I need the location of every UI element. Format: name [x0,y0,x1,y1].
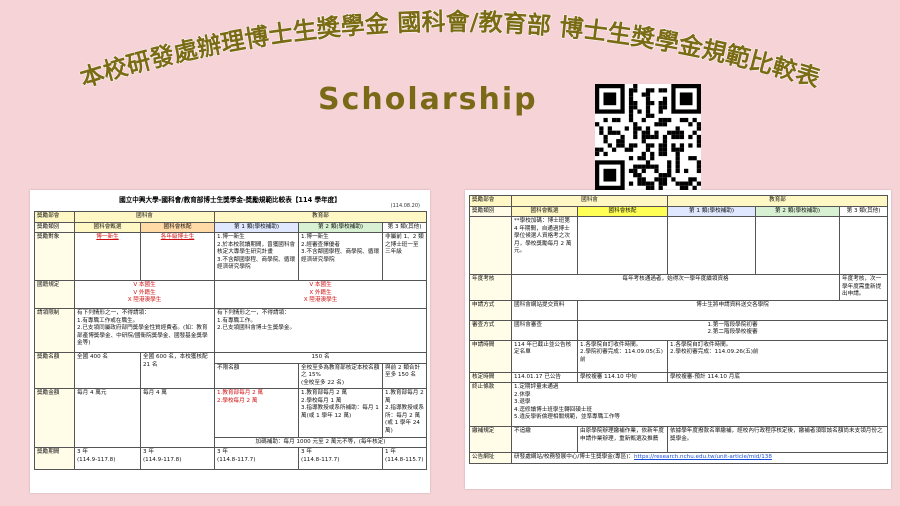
url-label: 研發處網站/校務發展中心/博士生獎學金(專區)： [514,454,635,461]
sheet-date: (114.08.20) [390,203,420,209]
table-row: 終止條款 1.定期評量未通過 2.休學 3.退學 4.逕修讀博士班學生轉回碩士班… [469,382,889,428]
table-row: 國籍規定 V 本國生 V 外籍生 X 陸港澳學生 V 本國生 X 外籍生 X 陸… [34,280,428,310]
comparison-table-2: 獎勵部會 國科會 教育部 獎勵類別 國科會甄選 國科會核配 第 1 類(學校補助… [469,195,889,464]
comparison-sheet-1: 國立中興大學-國科會/教育部博士生獎學金-奬勵規範比較表【114 學年度】 (1… [30,190,430,493]
comparison-sheet-2: 獎勵部會 國科會 教育部 獎勵類別 國科會甄選 國科會核配 第 1 類(學校補助… [465,190,891,489]
table-row: 獎勵部會 國科會 教育部 [469,195,889,207]
table-row: 申請時間 114 年已截止並公告核定名單 1.各學院自訂收件時間。 2.學院初審… [469,339,889,373]
sheet-title: 國立中興大學-國科會/教育部博士生獎學金-奬勵規範比較表【114 學年度】 [119,196,341,204]
table-row: 申請方式 國科會網站提交資料 博士生將申請資料送交各學院 [469,299,889,321]
announcement-link[interactable]: https://research.nchu.edu.tw/unit-articl… [634,454,772,460]
table-row: 獎勵對象 博一新生 各年級博士生 1.博一新生 2.於本校就讀期間，曾獲國科會核… [34,232,428,282]
table-row: 核定時間 114.01.17 已公告 學校複審 114.10 中旬 學校複審-預… [469,371,889,384]
table-row: 獎勵類別 國科會甄選 國科會核配 第 1 類(學校補助) 第 2 類(學校補助)… [469,205,889,218]
qr-code-icon[interactable] [595,84,701,190]
scholarship-heading: Scholarship [318,82,538,117]
table-row: 審查方式 國科會審查 1.第一階段學院初審 2.第二階段學校複審 [469,319,889,341]
table-row: 獎勵金額 每月 4 萬元 每月 4 萬 1.教育部每月 2 萬 2.學校每月 2… [34,388,428,449]
comparison-table-1: 獎勵部會 國科會 教育部 獎勵類別 國科會甄選 國科會核配 第 1 類(學校補助… [34,211,428,471]
table-row: 年度考核 每年考核通過者，始得次一學年度續領資格 年度考核，次一學年度需重新提出… [469,274,889,301]
table-row: 請領限制 有下列情形之一，不得請領： 1.有專職工作或在職生。 2.已支領同屬政… [34,308,428,354]
banner-title-text: 本校研發處辦理博士生獎學金 國科會/教育部 博士生獎學金規範比較表 [77,8,824,93]
table-row: **學校加碼：博士班第 4 年期間，自通過博士學位候選人資格考之次月，學校獎勵每… [469,216,889,276]
table-row: 公告網址 研發處網站/校務發展中心/博士生獎學金(專區)：https://res… [469,452,889,464]
table-row: 獎勵名額 全國 400 名 全國 600 名，本校獲核配 21 名 150 名 [34,352,428,390]
table-row: 繳補規定 不追繳 由原學院辦理繳補作業，依新年度申請作業辦理，重新甄選及推薦 依… [469,426,889,454]
table-row: 獎勵期間 3 年 (114.9-117.8) 3 年 (114.9-117.8)… [34,447,428,471]
table-row: 獎勵部會 國科會 教育部 [34,211,428,223]
table-row: 獎勵類別 國科會甄選 國科會核配 第 1 類(學校補助) 第 2 類(學校補助)… [34,221,428,234]
